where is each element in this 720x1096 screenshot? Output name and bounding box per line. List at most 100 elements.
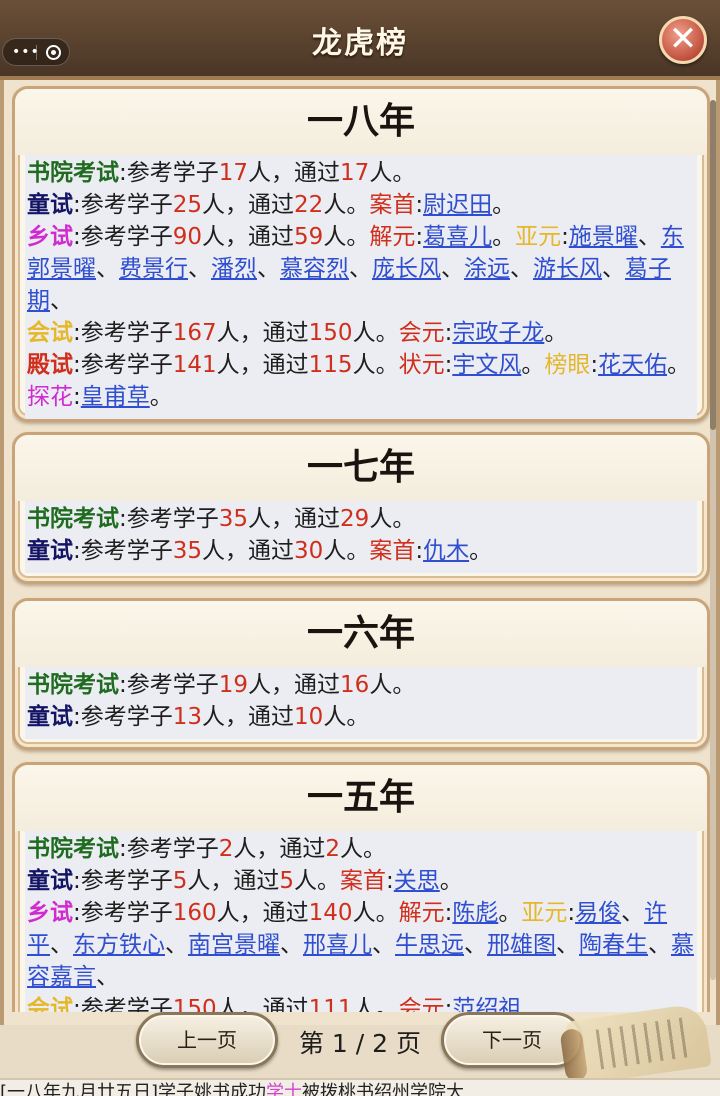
exam-label: 童试 [27, 704, 73, 730]
passed-count: 30 [294, 538, 324, 564]
exam-text: :参考学子 [119, 506, 219, 532]
ticker-text: 被拨桃书绍州学院大 [302, 1082, 465, 1096]
exam-label: 乡试 [27, 224, 73, 250]
rank-title: 解元 [398, 900, 445, 926]
ticker-text: [一八年九月廿五日]学子 [0, 1082, 195, 1096]
rank-title: 状元 [398, 352, 445, 378]
exam-text: :参考学子 [73, 352, 173, 378]
exam-text: :参考学子 [73, 868, 173, 894]
passed-count: 59 [294, 224, 324, 250]
scholar-name-link[interactable]: 花天佑 [598, 352, 667, 378]
participants-count: 25 [172, 192, 203, 218]
exam-line-academy: 书院考试:参考学子19人，通过16人。 [27, 669, 695, 701]
rank-title: 会元 [398, 320, 445, 346]
exam-text: :参考学子 [73, 192, 173, 218]
capsule-divider [36, 45, 37, 60]
passed-count: 22 [294, 192, 324, 218]
close-button[interactable]: ✕ [659, 16, 707, 64]
exam-line-dianshi: 殿试:参考学子141人，通过115人。状元:宇文风。榜眼:花天佑。探花:皇甫草。 [27, 352, 691, 410]
exam-text: :参考学子 [119, 160, 219, 186]
passed-count: 29 [340, 506, 370, 532]
participants-count: 35 [172, 538, 203, 564]
scholar-name-link[interactable]: 费景行 [119, 256, 188, 282]
scholar-name-link[interactable]: 宗政子龙 [452, 320, 544, 346]
rank-title: 亚元 [521, 900, 568, 926]
passed-count: 5 [279, 868, 295, 894]
exam-line-huishi: 会试:参考学子167人，通过150人。会元:宗政子龙。 [27, 320, 568, 346]
exam-text: 人。 [323, 192, 370, 218]
scrollbar-thumb[interactable] [710, 100, 716, 430]
passed-count: 2 [325, 836, 341, 862]
passed-count: 17 [340, 160, 370, 186]
scholar-name-link[interactable]: 牛思远 [395, 932, 464, 958]
year-title: 一八年 [15, 89, 707, 155]
exam-line-academy: 书院考试:参考学子2人，通过2人。 [27, 833, 695, 865]
passed-count: 115 [308, 352, 353, 378]
exam-text: :参考学子 [119, 836, 219, 862]
exam-text: 人。 [340, 836, 387, 862]
participants-count: 13 [172, 704, 203, 730]
participants-count: 19 [218, 672, 249, 698]
participants-count: 167 [172, 320, 217, 346]
participants-count: 5 [172, 868, 188, 894]
exam-line-tongshi: 童试:参考学子35人，通过30人。案首:仇木。 [27, 538, 493, 564]
passed-count: 16 [340, 672, 370, 698]
scholar-name-link[interactable]: 邢雄图 [487, 932, 556, 958]
exam-text: 人，通过 [248, 506, 341, 532]
scholar-name-link[interactable]: 仇木 [423, 538, 469, 564]
exam-text: 人。 [323, 224, 370, 250]
scroll-decoration-icon [564, 1002, 712, 1086]
exam-text: :参考学子 [73, 538, 173, 564]
leaderboard-panel: 一八年 书院考试:参考学子17人，通过17人。 童试:参考学子25人，通过22人… [0, 80, 720, 1025]
exam-text: 人。 [323, 538, 370, 564]
exam-text: 人，通过 [248, 672, 341, 698]
scholar-name-link[interactable]: 易俊 [575, 900, 621, 926]
exam-line-tongshi: 童试:参考学子5人，通过5人。案首:关思。 [27, 868, 463, 894]
year-card: 一五年 书院考试:参考学子2人，通过2人。 童试:参考学子5人，通过5人。案首:… [12, 762, 710, 1012]
year-details: 书院考试:参考学子17人，通过17人。 童试:参考学子25人，通过22人。案首:… [25, 155, 697, 419]
target-icon[interactable] [46, 45, 61, 60]
exam-line-tongshi: 童试:参考学子13人，通过10人。 [27, 701, 695, 733]
exam-text: 人。 [323, 704, 370, 730]
exam-text: 人，通过 [233, 836, 326, 862]
prev-page-button[interactable]: 上一页 [136, 1012, 278, 1068]
scrollbar[interactable] [710, 100, 716, 980]
scholar-name-link[interactable]: 宇文风 [452, 352, 521, 378]
scholar-name-link[interactable]: 南宫景曜 [188, 932, 280, 958]
exam-text: 人。 [352, 900, 399, 926]
exam-label: 书院考试 [27, 506, 119, 532]
scholar-name-link[interactable]: 葛喜儿 [423, 224, 492, 250]
year-card: 一八年 书院考试:参考学子17人，通过17人。 童试:参考学子25人，通过22人… [12, 86, 710, 422]
participants-count: 2 [218, 836, 234, 862]
scholar-name-link[interactable]: 慕容烈 [280, 256, 349, 282]
exam-text: 人，通过 [202, 224, 295, 250]
year-list[interactable]: 一八年 书院考试:参考学子17人，通过17人。 童试:参考学子25人，通过22人… [12, 80, 710, 1012]
exam-label: 书院考试 [27, 160, 119, 186]
scholar-name-link[interactable]: 东方铁心 [73, 932, 165, 958]
exam-text: 人，通过 [216, 320, 309, 346]
scholar-name-link[interactable]: 陶春生 [579, 932, 648, 958]
exam-label: 殿试 [27, 352, 73, 378]
ticker-text: 姚书成功 [194, 1082, 267, 1096]
year-card: 一六年 书院考试:参考学子19人，通过16人。 童试:参考学子13人，通过10人… [12, 598, 710, 750]
exam-line-xiangshi: 乡试:参考学子160人，通过140人。解元:陈彪。亚元:易俊、许平、东方铁心、南… [27, 900, 694, 990]
scholar-name-link[interactable]: 涂远 [464, 256, 510, 282]
exam-text: 人，通过 [248, 160, 341, 186]
ticker-highlight: 学士 [266, 1082, 303, 1096]
scholar-name-link[interactable]: 皇甫草 [81, 384, 150, 410]
scholar-name-link[interactable]: 关思 [394, 868, 440, 894]
scholar-name-link[interactable]: 庞长风 [372, 256, 441, 282]
scholar-name-link[interactable]: 潘烈 [211, 256, 257, 282]
exam-line-academy: 书院考试:参考学子17人，通过17人。 [27, 157, 695, 189]
scholar-name-link[interactable]: 游长风 [533, 256, 602, 282]
mini-program-capsule[interactable]: ••• [2, 38, 70, 66]
participants-count: 17 [218, 160, 249, 186]
scholar-name-link[interactable]: 陈彪 [452, 900, 498, 926]
year-title: 一七年 [15, 435, 707, 501]
exam-line-xiangshi: 乡试:参考学子90人，通过59人。解元:葛喜儿。亚元:施景曜、东郭景曜、费景行、… [27, 224, 684, 314]
scholar-name-link[interactable]: 邢喜儿 [303, 932, 372, 958]
scholar-name-link[interactable]: 尉迟田 [423, 192, 492, 218]
scholar-name-link[interactable]: 施景曜 [569, 224, 638, 250]
colon: : [415, 192, 424, 218]
exam-text: :参考学子 [73, 320, 173, 346]
